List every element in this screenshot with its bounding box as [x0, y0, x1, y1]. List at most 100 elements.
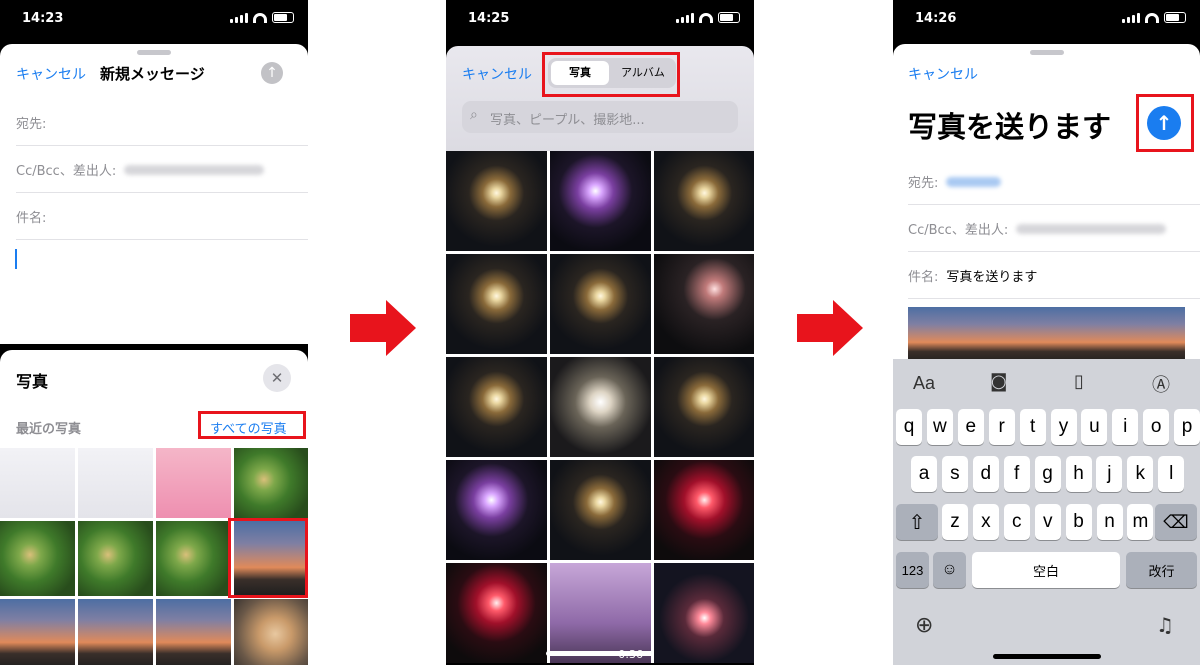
phone-screen-send-photo: 14:26 キャンセル 写真を送ります ↑ 宛先: Cc/Bcc、差出人: 件名…: [893, 0, 1200, 665]
photo-thumbnail[interactable]: [156, 521, 231, 596]
key-o[interactable]: o: [1143, 409, 1170, 445]
photo-thumbnail[interactable]: [550, 151, 651, 251]
space-key[interactable]: 空白: [972, 552, 1120, 588]
photo-thumbnail[interactable]: [550, 460, 651, 560]
photo-thumbnail[interactable]: [446, 460, 547, 560]
cc-field[interactable]: Cc/Bcc、差出人:: [908, 206, 1200, 252]
video-thumbnail[interactable]: 0:36: [550, 563, 651, 663]
photo-thumbnail[interactable]: [234, 448, 308, 518]
key-g[interactable]: g: [1034, 456, 1061, 492]
photo-thumbnail[interactable]: [446, 151, 547, 251]
to-field[interactable]: 宛先:: [16, 100, 308, 146]
delete-key[interactable]: ⌫: [1155, 504, 1197, 540]
key-d[interactable]: d: [972, 456, 999, 492]
photo-thumbnail[interactable]: [156, 599, 231, 665]
photo-thumbnail[interactable]: [78, 599, 153, 665]
key-c[interactable]: c: [1003, 504, 1030, 540]
key-v[interactable]: v: [1034, 504, 1061, 540]
key-s[interactable]: s: [941, 456, 968, 492]
highlight-box: [228, 518, 308, 598]
key-i[interactable]: i: [1112, 409, 1139, 445]
photo-thumbnail[interactable]: [78, 521, 153, 596]
cancel-button[interactable]: キャンセル: [16, 64, 86, 84]
signal-icon: [676, 12, 694, 23]
close-icon[interactable]: ✕: [263, 364, 291, 392]
key-u[interactable]: u: [1081, 409, 1108, 445]
key-a[interactable]: a: [911, 456, 937, 492]
markup-icon[interactable]: Ⓐ: [1152, 371, 1170, 397]
wifi-icon: [1145, 12, 1159, 23]
picker-header: キャンセル 写真 アルバム ⌕ 写真、ピープル、撮影地...: [446, 46, 754, 151]
cc-label: Cc/Bcc、差出人:: [908, 223, 1009, 238]
photo-thumbnail[interactable]: [654, 357, 754, 457]
attached-photo[interactable]: [908, 307, 1185, 364]
key-y[interactable]: y: [1050, 409, 1077, 445]
signal-icon: [230, 12, 248, 23]
to-label: 宛先:: [908, 176, 939, 191]
photo-thumbnail[interactable]: [156, 448, 231, 518]
key-t[interactable]: t: [1019, 409, 1046, 445]
blurred-email: [1016, 223, 1167, 234]
photo-thumbnail[interactable]: [654, 563, 754, 663]
key-k[interactable]: k: [1127, 456, 1154, 492]
subject-field[interactable]: 件名:: [16, 194, 308, 240]
to-field[interactable]: 宛先:: [908, 159, 1200, 205]
sheet-grabber[interactable]: [1029, 50, 1064, 55]
battery-icon: [272, 12, 294, 23]
emoji-key[interactable]: ☺: [933, 552, 966, 588]
globe-icon[interactable]: ⊕: [915, 613, 933, 638]
cc-label: Cc/Bcc、差出人:: [16, 164, 117, 179]
photo-thumbnail[interactable]: [654, 460, 754, 560]
cancel-button[interactable]: キャンセル: [462, 64, 532, 84]
photo-thumbnail[interactable]: [446, 254, 547, 354]
photos-panel-title: 写真: [16, 372, 49, 391]
key-m[interactable]: m: [1127, 504, 1154, 540]
camera-icon[interactable]: ◙: [990, 371, 1007, 392]
photo-thumbnail[interactable]: [654, 254, 754, 354]
photo-thumbnail[interactable]: [234, 599, 308, 665]
arrow-right-icon: [350, 300, 420, 356]
key-z[interactable]: z: [942, 504, 968, 540]
subject-field[interactable]: 件名: 写真を送ります: [908, 253, 1200, 299]
battery-icon: [1164, 12, 1186, 23]
status-time: 14:23: [22, 11, 64, 26]
search-input[interactable]: ⌕ 写真、ピープル、撮影地...: [462, 101, 738, 133]
key-l[interactable]: l: [1158, 456, 1185, 492]
status-bar: 14:23: [0, 0, 308, 36]
key-e[interactable]: e: [957, 409, 984, 445]
phone-screen-photo-picker: 14:25 キャンセル 写真 アルバム ⌕ 写真、ピープル、撮影地... 0:3…: [446, 0, 754, 665]
photo-thumbnail[interactable]: [550, 357, 651, 457]
photo-thumbnail[interactable]: [550, 254, 651, 354]
key-b[interactable]: b: [1065, 504, 1092, 540]
photo-thumbnail[interactable]: [0, 521, 75, 596]
return-key[interactable]: 改行: [1126, 552, 1197, 588]
send-button[interactable]: ↑: [261, 62, 283, 84]
shift-key[interactable]: ⇧: [896, 504, 938, 540]
document-icon[interactable]: ▯: [1074, 371, 1084, 392]
numbers-key[interactable]: 123: [896, 552, 929, 588]
status-time: 14:25: [468, 11, 510, 26]
key-j[interactable]: j: [1096, 456, 1123, 492]
sheet-grabber[interactable]: [137, 50, 171, 55]
status-time: 14:26: [915, 11, 957, 26]
key-q[interactable]: q: [896, 409, 922, 445]
key-p[interactable]: p: [1174, 409, 1200, 445]
photo-thumbnail[interactable]: [0, 599, 75, 665]
key-x[interactable]: x: [972, 504, 999, 540]
photo-thumbnail[interactable]: [446, 357, 547, 457]
cc-field[interactable]: Cc/Bcc、差出人:: [16, 147, 308, 193]
key-n[interactable]: n: [1096, 504, 1123, 540]
cancel-button[interactable]: キャンセル: [908, 64, 978, 84]
photo-thumbnail[interactable]: [654, 151, 754, 251]
photo-thumbnail[interactable]: [78, 448, 153, 518]
photo-thumbnail[interactable]: [0, 448, 75, 518]
subject-label: 件名:: [16, 211, 47, 226]
key-h[interactable]: h: [1065, 456, 1092, 492]
format-text-button[interactable]: Aa: [913, 373, 935, 394]
search-icon: ⌕: [470, 107, 478, 123]
key-w[interactable]: w: [926, 409, 953, 445]
key-r[interactable]: r: [988, 409, 1015, 445]
key-f[interactable]: f: [1003, 456, 1030, 492]
microphone-icon[interactable]: ♫: [1156, 613, 1174, 637]
photo-thumbnail[interactable]: [446, 563, 547, 663]
